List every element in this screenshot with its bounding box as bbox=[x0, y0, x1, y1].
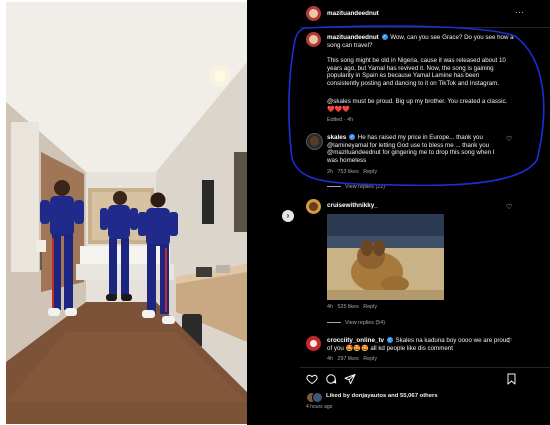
bookmark-icon[interactable] bbox=[506, 373, 517, 385]
comment-like-heart-icon[interactable]: ♡ bbox=[506, 204, 512, 211]
reply-button[interactable]: Reply bbox=[363, 304, 377, 310]
comment-username-cruisewithnikky[interactable]: cruisewithnikky_ bbox=[327, 202, 378, 209]
comment-username-crocciity[interactable]: crocciity_online_tv bbox=[327, 337, 384, 344]
comment-time: 4h bbox=[327, 356, 333, 362]
comment-likes-count[interactable]: 297 likes bbox=[338, 356, 359, 362]
comment-icon[interactable] bbox=[325, 373, 337, 385]
annotation-ellipse bbox=[288, 25, 545, 187]
chevron-left-icon[interactable]: › bbox=[282, 210, 294, 222]
liker-avatar-2 bbox=[312, 392, 323, 403]
comment-likes-count[interactable]: 525 likes bbox=[338, 304, 359, 310]
hotel-room-image bbox=[6, 2, 247, 424]
crocciity-avatar[interactable] bbox=[306, 336, 321, 351]
comment-time: 4h bbox=[327, 304, 333, 310]
actions-divider bbox=[300, 367, 550, 368]
likes-summary[interactable]: Liked by donjayautos and 55,067 others bbox=[326, 393, 438, 401]
instagram-post-panel: mazituandeednut ··· mazituandeednut ✓ Wo… bbox=[247, 0, 550, 425]
view-replies-cruisewithnikky[interactable]: View replies (54) bbox=[327, 320, 385, 326]
heart-icon[interactable] bbox=[306, 373, 318, 385]
comment-like-heart-icon[interactable]: ♡ bbox=[506, 338, 512, 345]
post-photo bbox=[6, 2, 247, 424]
comment-crocciity: crocciity_online_tv ✓ Skales na kaduna b… bbox=[327, 337, 517, 352]
comment-meta-cruisewithnikky: 4h 525 likes Reply bbox=[327, 304, 377, 310]
send-icon[interactable] bbox=[344, 373, 356, 385]
comment-text-line-2: of you 🤩🤩🤩 all kd people like dis commen… bbox=[327, 344, 453, 352]
comment-meta-crocciity: 4h 297 likes Reply bbox=[327, 356, 377, 362]
screenshot: mazituandeednut ··· mazituandeednut ✓ Wo… bbox=[0, 0, 550, 425]
verified-badge-icon: ✓ bbox=[386, 337, 393, 344]
reply-button[interactable]: Reply bbox=[363, 356, 377, 362]
comment-text-line-1: Skales na kaduna boy oooo we are proud bbox=[395, 337, 510, 344]
cruisewithnikky-avatar[interactable] bbox=[306, 199, 321, 214]
post-time-ago: 4 hours ago bbox=[306, 404, 333, 410]
comment-gif-image bbox=[327, 214, 444, 300]
